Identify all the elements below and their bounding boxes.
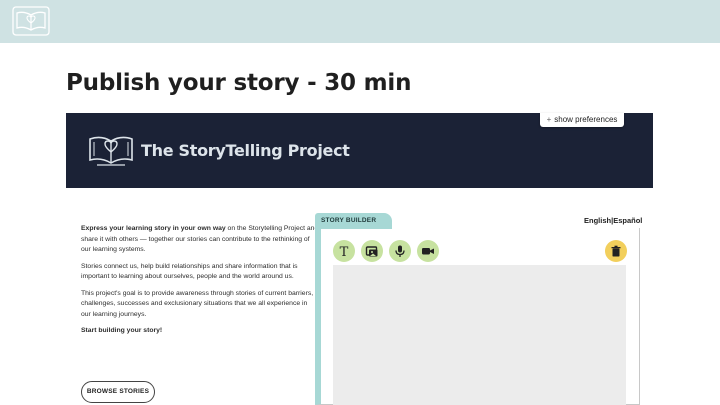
intro-paragraph-2: Stories connect us, help build relations… — [81, 262, 298, 281]
slide-title: Publish your story - 30 min — [66, 70, 412, 96]
delete-button[interactable] — [605, 240, 627, 262]
browse-stories-button[interactable]: BROWSE STORIES — [81, 381, 155, 403]
plus-icon: + — [546, 115, 552, 124]
start-building-text: Start building your story! — [81, 327, 163, 334]
story-editor-area[interactable] — [333, 265, 626, 405]
top-bar — [0, 0, 720, 43]
lang-spanish[interactable]: Español — [613, 216, 642, 225]
video-camera-icon — [422, 248, 434, 255]
book-heart-logo-icon — [12, 6, 50, 36]
intro-text: Express your learning story in your own … — [81, 224, 319, 343]
add-audio-button[interactable] — [389, 240, 411, 262]
microphone-icon — [395, 245, 405, 257]
svg-text:T: T — [340, 245, 349, 258]
book-heart-logo-icon — [89, 136, 133, 166]
language-switcher: English|Español — [584, 216, 642, 225]
lang-english[interactable]: English — [584, 216, 611, 225]
show-preferences-button[interactable]: + show preferences — [540, 113, 624, 127]
add-image-button[interactable] — [361, 240, 383, 262]
project-banner: + show preferences The StoryTelling Proje… — [66, 113, 653, 188]
intro-paragraph-3: This project's goal is to provide awaren… — [81, 289, 314, 318]
story-builder-tab[interactable]: STORY BUILDER — [315, 213, 392, 229]
image-icon — [365, 246, 378, 257]
intro-emphasis: Express your learning story in your own … — [81, 225, 226, 232]
text-icon: T — [340, 245, 349, 258]
intro-paragraph-1: Express your learning story in your own … — [81, 224, 319, 256]
intro-paragraph-4: Start building your story! — [81, 326, 319, 337]
project-title: The StoryTelling Project — [141, 141, 350, 160]
trash-icon — [611, 245, 621, 257]
add-text-button[interactable]: T — [333, 240, 355, 262]
add-video-button[interactable] — [417, 240, 439, 262]
show-preferences-label: show preferences — [554, 115, 618, 124]
